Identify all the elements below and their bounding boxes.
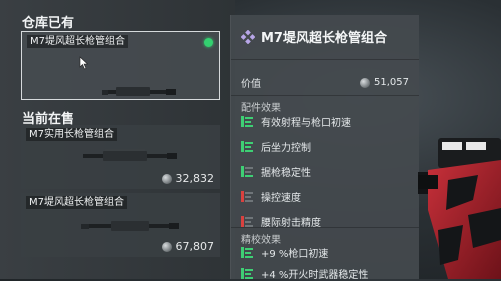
attachment-diamond-icon (241, 29, 255, 44)
coin-icon (161, 241, 172, 252)
equipped-status-dot (204, 38, 213, 47)
coin-icon (360, 77, 370, 88)
tuning-item: +9 %枪口初速 (241, 245, 328, 260)
divider (231, 227, 419, 228)
market-item-card[interactable]: M7实用长枪管组合 32,832 (21, 125, 220, 189)
effect-item: 有效射程与枪口初速 (241, 114, 351, 129)
owned-section-title: 仓库已有 (22, 16, 75, 31)
effect-item: 据枪稳定性 (241, 164, 311, 179)
market-item-card[interactable]: M7堤风超长枪管组合 67,807 (21, 193, 220, 257)
barrel-item-image (81, 221, 179, 231)
tuning-section-label: 精校效果 (241, 235, 281, 246)
positive-effect-icon (241, 141, 253, 152)
divider (231, 59, 419, 60)
positive-effect-icon (241, 247, 253, 258)
price-label: 价值 (241, 79, 261, 90)
mixed-effect-icon (241, 166, 253, 177)
market-item-price: 67,807 (161, 240, 214, 253)
mouse-cursor-icon (79, 56, 89, 70)
positive-effect-icon (241, 116, 253, 127)
coin-icon (161, 173, 172, 184)
item-detail-panel: M7堤风超长枪管组合 价值 51,057 配件效果 有效射程与枪口初速 后坐力控… (230, 15, 419, 281)
owned-item-name: M7堤风超长枪管组合 (27, 35, 128, 48)
detail-price: 51,057 (374, 77, 409, 88)
negative-effect-icon (241, 191, 253, 202)
effect-item: 操控速度 (241, 189, 301, 204)
detail-title-row: M7堤风超长枪管组合 (241, 27, 387, 46)
barrel-item-image (102, 87, 176, 96)
positive-effect-icon (241, 268, 253, 279)
owned-item-card[interactable]: M7堤风超长枪管组合 (21, 31, 220, 100)
detail-price-row: 价值 51,057 (241, 75, 409, 90)
detail-title: M7堤风超长枪管组合 (261, 31, 387, 46)
market-item-name: M7堤风超长枪管组合 (26, 196, 127, 209)
effect-item: 后坐力控制 (241, 139, 311, 154)
negative-effect-icon (241, 216, 253, 227)
market-item-name: M7实用长枪管组合 (26, 128, 117, 141)
divider (231, 95, 419, 96)
market-item-price: 32,832 (161, 172, 214, 185)
barrel-item-image (83, 149, 177, 161)
effects-section-label: 配件效果 (241, 103, 281, 114)
weapon-preview-image (418, 138, 501, 279)
